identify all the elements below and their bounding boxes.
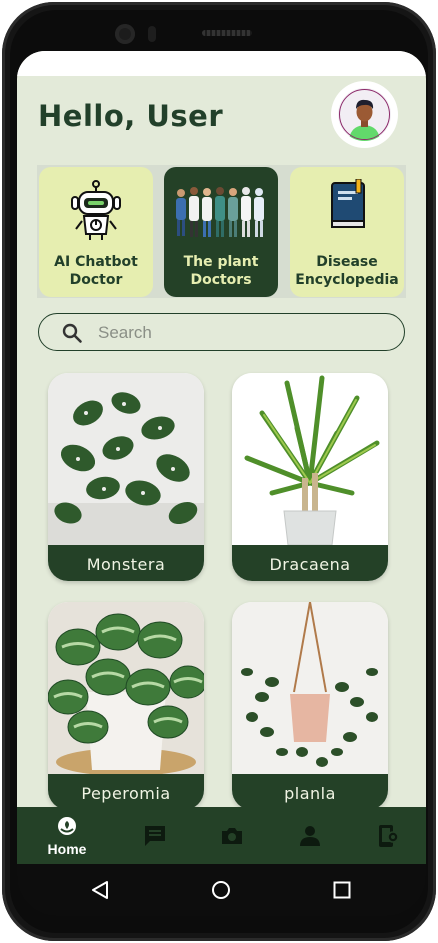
plant-card-monstera[interactable]: Monstera	[48, 373, 204, 581]
back-icon[interactable]	[90, 880, 110, 900]
nav-device-settings[interactable]	[358, 807, 418, 864]
disease-encyclopedia-card[interactable]: Disease Encyclopedia	[290, 167, 404, 297]
status-bar	[17, 51, 426, 76]
earpiece-speaker	[202, 30, 252, 36]
robot-icon	[39, 179, 153, 243]
card-label: AI Chatbot Doctor	[54, 254, 138, 288]
book-icon	[290, 179, 404, 243]
plant-card-peperomia[interactable]: Peperomia	[48, 602, 204, 810]
card-label: Disease Encyclopedia	[295, 254, 399, 288]
app-screen: Hello, User AI Chatbot Doctor The plant …	[17, 51, 426, 864]
proximity-sensor	[148, 26, 156, 42]
hanging-plant-image	[232, 602, 388, 774]
nav-profile[interactable]	[280, 807, 340, 864]
plant-doctors-card[interactable]: The plant Doctors	[164, 167, 278, 297]
chat-icon	[145, 826, 165, 846]
home-icon[interactable]	[211, 880, 231, 900]
nav-chat[interactable]	[125, 807, 185, 864]
profile-avatar-button[interactable]	[331, 81, 398, 148]
search-input[interactable]	[96, 320, 380, 346]
plant-name: Dracaena	[232, 545, 388, 581]
system-navigation-bar	[17, 864, 426, 916]
bottom-navigation: Home	[17, 807, 426, 864]
plant-name: planla	[232, 774, 388, 810]
peperomia-image	[48, 602, 204, 774]
recents-icon[interactable]	[333, 881, 351, 899]
device-settings-icon	[379, 825, 399, 847]
avatar	[338, 88, 391, 141]
monstera-image	[48, 373, 204, 545]
ai-chatbot-doctor-card[interactable]: AI Chatbot Doctor	[39, 167, 153, 297]
plant-card-planla[interactable]: planla	[232, 602, 388, 810]
person-icon	[300, 826, 320, 846]
search-icon	[62, 323, 82, 343]
search-bar[interactable]	[38, 313, 405, 351]
dracaena-image	[232, 373, 388, 545]
camera-icon	[222, 828, 242, 844]
card-label: The plant Doctors	[183, 254, 259, 288]
front-camera	[115, 24, 135, 44]
feature-cards-row: AI Chatbot Doctor The plant Doctors Dise…	[37, 165, 406, 298]
plant-card-dracaena[interactable]: Dracaena	[232, 373, 388, 581]
plant-name: Monstera	[48, 545, 204, 581]
page-title: Hello, User	[38, 99, 224, 133]
nav-camera[interactable]	[202, 807, 262, 864]
nav-label: Home	[47, 841, 87, 857]
nav-home[interactable]: Home	[37, 807, 97, 864]
plant-name: Peperomia	[48, 774, 204, 810]
doctors-group-icon	[164, 179, 278, 243]
plant-home-icon	[58, 817, 76, 835]
